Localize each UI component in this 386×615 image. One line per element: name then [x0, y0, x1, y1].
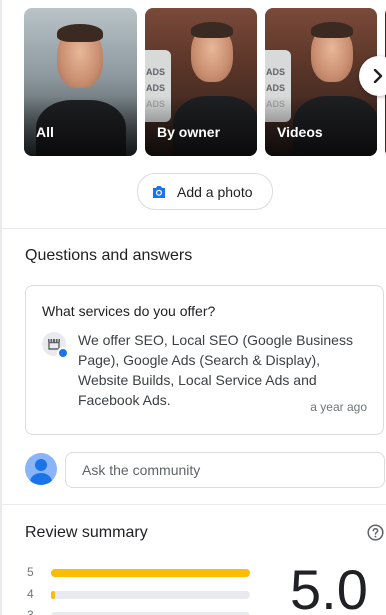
rating-stars-label: 4: [27, 587, 34, 601]
business-owner-icon: [42, 332, 69, 359]
camera-icon: [153, 185, 165, 198]
qa-answer-time: a year ago: [310, 400, 367, 414]
rating-bar-track: [51, 569, 250, 577]
qa-card[interactable]: What services do you offer? We offer SEO…: [25, 285, 384, 435]
avatar-head: [35, 459, 47, 471]
verified-badge-icon: [57, 347, 69, 359]
section-divider: [2, 228, 386, 229]
qa-answer: We offer SEO, Local SEO (Google Business…: [78, 332, 353, 408]
photo-person-hair: [191, 22, 233, 38]
rating-row-5: 5: [27, 565, 257, 583]
rating-row-4: 4: [27, 587, 257, 605]
rating-row-3: 3: [27, 608, 257, 615]
rating-stars-label: 3: [27, 608, 34, 615]
photo-person-hair: [57, 24, 103, 42]
average-rating-score: 5.0: [290, 558, 368, 615]
left-border: [0, 0, 2, 615]
qa-section-title: Questions and answers: [25, 247, 193, 264]
ask-community-input[interactable]: [65, 452, 385, 488]
photo-person-hair: [311, 22, 353, 38]
avatar-body: [30, 473, 52, 485]
section-divider: [2, 504, 386, 505]
qa-question: What services do you offer?: [42, 303, 216, 319]
sign-text: ADS: [146, 83, 166, 93]
rating-bar-fill: [51, 569, 250, 577]
chevron-right-icon: [373, 69, 383, 83]
photo-tile-label: All: [36, 124, 54, 140]
photo-tile-by-owner[interactable]: ADS ADS ADS By owner: [145, 8, 257, 156]
sign-text: ADS: [266, 83, 286, 93]
sign-text: ADS: [146, 67, 166, 77]
rating-bar-fill: [51, 591, 55, 599]
review-summary-title: Review summary: [25, 524, 148, 541]
help-icon[interactable]: [367, 524, 384, 541]
photo-tile-all[interactable]: All: [24, 8, 137, 156]
photo-tile-label: By owner: [157, 124, 221, 140]
sign-text: ADS: [266, 67, 286, 77]
user-avatar-icon: [25, 453, 57, 485]
rating-stars-label: 5: [27, 565, 34, 579]
rating-bar-track: [51, 591, 250, 599]
add-photo-button[interactable]: Add a photo: [137, 173, 273, 210]
add-photo-label: Add a photo: [177, 183, 253, 200]
photo-tile-label: Videos: [277, 124, 323, 140]
photo-carousel: All ADS ADS ADS By owner ADS ADS ADS Vid…: [24, 8, 386, 156]
